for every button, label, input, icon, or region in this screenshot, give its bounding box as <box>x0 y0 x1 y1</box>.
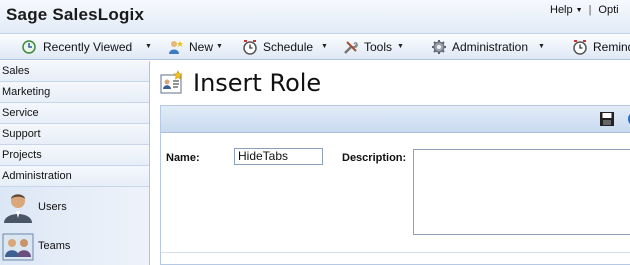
sidebar-item-administration[interactable]: Administration <box>0 166 149 187</box>
tools-icon <box>344 41 358 54</box>
sidebar-item-service[interactable]: Service <box>0 103 149 124</box>
help-menu[interactable]: Help ▼ <box>550 4 583 16</box>
sidebar-item-sales[interactable]: Sales <box>0 61 149 82</box>
name-label: Name: <box>166 152 200 164</box>
toolbar-label: New <box>189 40 214 54</box>
chevron-down-icon[interactable]: ▼ <box>145 43 152 50</box>
chevron-down-icon[interactable]: ▼ <box>538 43 545 50</box>
reminder-icon <box>573 40 587 55</box>
save-icon[interactable] <box>599 111 615 127</box>
toolbar-label: Tools <box>364 40 393 54</box>
toolbar-recently-viewed[interactable]: Recently Viewed <box>22 34 132 60</box>
sidebar-item-projects[interactable]: Projects <box>0 145 149 166</box>
toolbar-reminder[interactable]: Reminde <box>572 34 630 60</box>
main-content: Insert Role Name: HideTabs Description: <box>151 61 630 265</box>
main-toolbar: Recently Viewed ▼ New ▼ Schedule ▼ Tools… <box>0 34 630 60</box>
toolbar-label: Schedule <box>263 40 314 54</box>
toolbar-label: Administration <box>452 40 529 54</box>
new-icon <box>169 41 183 54</box>
administration-panel: Users Teams <box>0 187 149 265</box>
panel-divider <box>161 252 630 253</box>
description-field[interactable] <box>413 149 630 235</box>
admin-teams-link[interactable]: Teams <box>0 227 70 265</box>
toolbar-label: Recently Viewed <box>43 40 133 54</box>
help-label: Help <box>550 4 573 16</box>
chevron-down-icon[interactable]: ▼ <box>216 43 223 50</box>
admin-teams-label: Teams <box>38 240 71 252</box>
header-separator: | <box>588 4 592 16</box>
admin-users-link[interactable]: Users <box>0 188 67 226</box>
toolbar-tools[interactable]: Tools <box>343 34 392 60</box>
teams-icon <box>2 233 34 261</box>
schedule-icon <box>243 40 257 55</box>
toolbar-new[interactable]: New <box>168 34 213 60</box>
role-form-panel: Name: HideTabs Description: <box>160 105 630 265</box>
app-brand: Sage SalesLogix <box>6 5 145 24</box>
toolbar-administration[interactable]: Administration <box>431 34 528 60</box>
description-label: Description: <box>342 152 407 164</box>
sidebar-item-support[interactable]: Support <box>0 124 149 145</box>
header-links: Help ▼ | Opti <box>550 4 619 16</box>
chevron-down-icon[interactable]: ▼ <box>397 43 404 50</box>
panel-toolbar <box>161 106 630 133</box>
page-title: Insert Role <box>193 69 322 97</box>
recently-viewed-icon <box>22 40 36 54</box>
name-field[interactable]: HideTabs <box>234 148 323 165</box>
user-icon <box>4 194 32 223</box>
app-header: Sage SalesLogix Help ▼ | Opti <box>0 0 630 34</box>
toolbar-label: Reminde <box>593 40 630 54</box>
toolbar-schedule[interactable]: Schedule <box>242 34 313 60</box>
help-caret-icon: ▼ <box>575 7 583 14</box>
navigation-sidebar: Sales Marketing Service Support Projects… <box>0 61 150 265</box>
chevron-down-icon[interactable]: ▼ <box>321 43 328 50</box>
options-link[interactable]: Opti <box>598 4 618 16</box>
role-icon <box>160 70 183 94</box>
sidebar-item-marketing[interactable]: Marketing <box>0 82 149 103</box>
administration-icon <box>432 40 446 54</box>
admin-users-label: Users <box>38 201 67 213</box>
page-header: Insert Role <box>159 65 321 101</box>
